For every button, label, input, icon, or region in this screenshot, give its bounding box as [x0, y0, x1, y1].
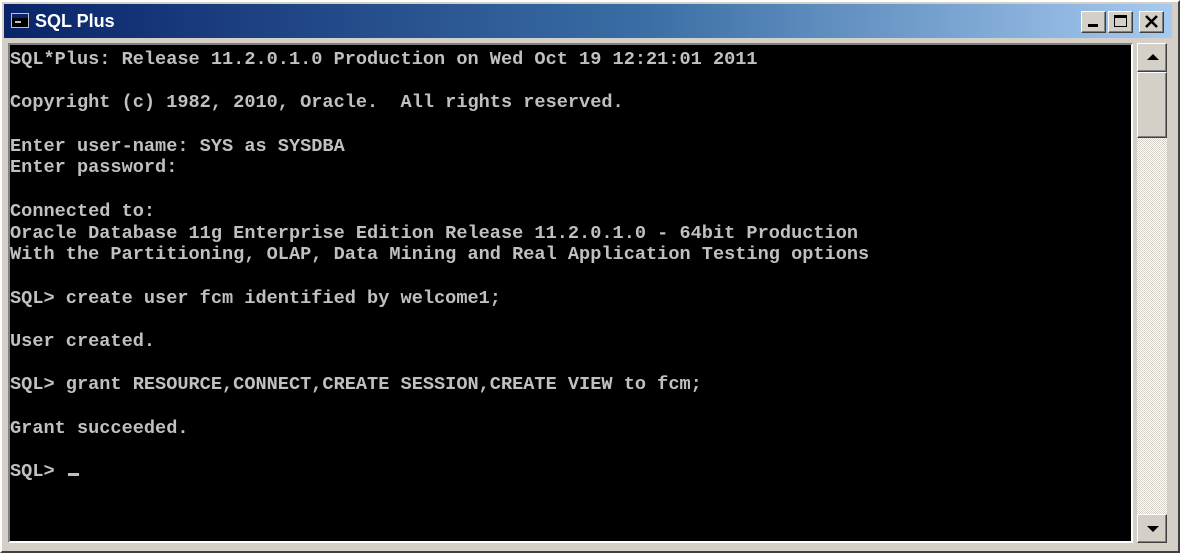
arrow-down-icon — [1147, 526, 1159, 532]
console-line: SQL> create user fcm identified by welco… — [10, 287, 501, 309]
console-window-icon[interactable] — [11, 13, 29, 28]
console-line: Connected to: — [10, 200, 156, 222]
console-line: Oracle Database 11g Enterprise Edition R… — [10, 222, 859, 244]
console-line: User created. — [10, 331, 156, 353]
text-cursor — [67, 473, 79, 477]
scroll-up-button[interactable] — [1137, 43, 1167, 72]
maximize-icon — [1114, 15, 1127, 27]
console-line: SQL> grant RESOURCE,CONNECT,CREATE SESSI… — [10, 374, 702, 396]
close-button[interactable] — [1139, 11, 1164, 33]
minimize-icon — [1088, 24, 1098, 27]
console-line: Copyright (c) 1982, 2010, Oracle. All ri… — [10, 92, 624, 114]
console-line: Enter password: — [10, 157, 178, 179]
command-prompt: SQL> — [10, 461, 66, 483]
maximize-button[interactable] — [1108, 11, 1133, 33]
scroll-down-button[interactable] — [1137, 514, 1167, 543]
console-line: SQL*Plus: Release 11.2.0.1.0 Production … — [10, 49, 758, 70]
close-icon — [1145, 15, 1158, 28]
console-output-area[interactable]: SQL*Plus: Release 11.2.0.1.0 Production … — [8, 43, 1133, 543]
console-line: Enter user-name: SYS as SYSDBA — [10, 135, 345, 157]
console-line: Grant succeeded. — [10, 417, 189, 439]
command-prompt-line[interactable]: SQL> — [10, 461, 1131, 483]
minimize-button[interactable] — [1081, 11, 1106, 33]
sqlplus-window: SQL Plus SQL*Plus: Release 11.2.0.1.0 Pr… — [0, 0, 1180, 553]
window-title: SQL Plus — [35, 11, 115, 31]
scrollbar-thumb[interactable] — [1137, 72, 1167, 138]
title-bar[interactable]: SQL Plus — [4, 4, 1172, 38]
vertical-scrollbar[interactable] — [1137, 43, 1167, 543]
console-line: With the Partitioning, OLAP, Data Mining… — [10, 244, 870, 266]
console-text: SQL*Plus: Release 11.2.0.1.0 Production … — [10, 45, 1131, 483]
arrow-up-icon — [1147, 54, 1159, 60]
